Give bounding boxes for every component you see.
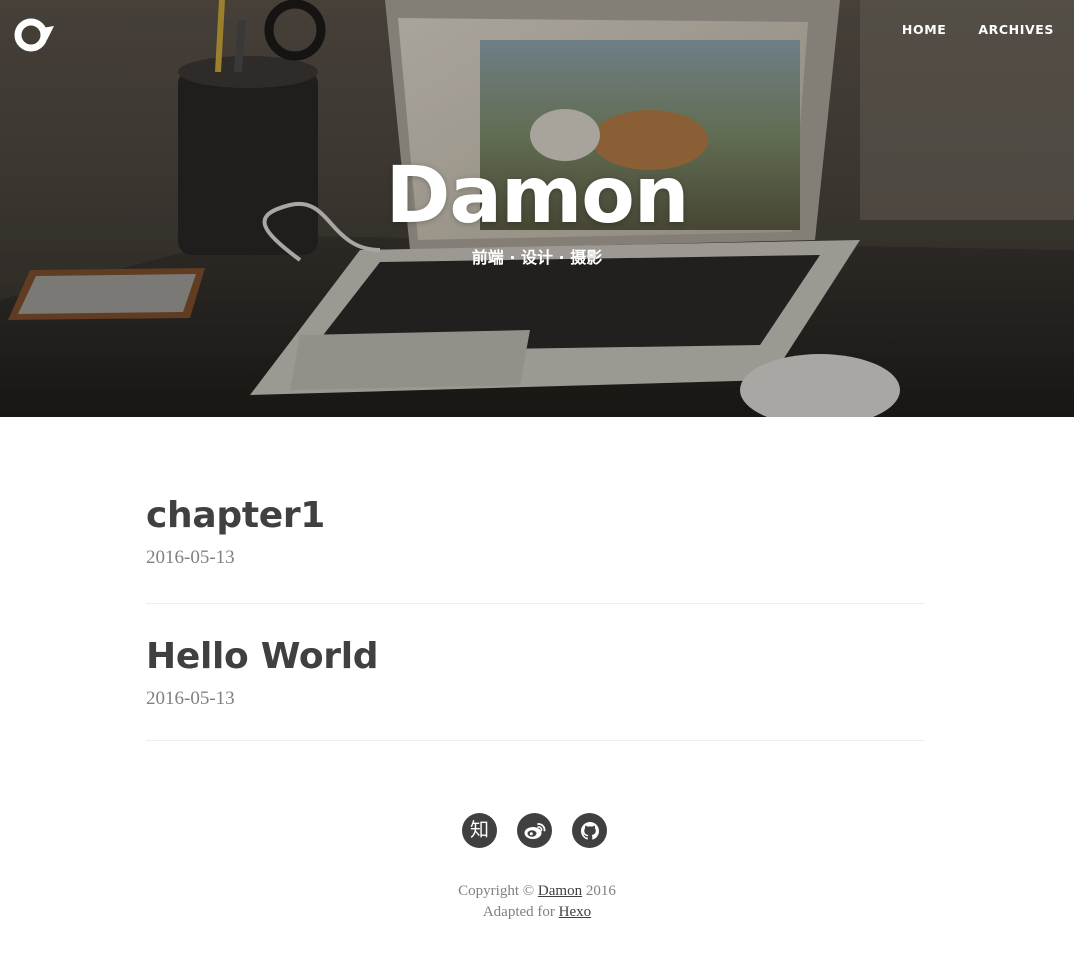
main-nav: HOME ARCHIVES: [886, 21, 1054, 39]
copyright: Copyright © Damon 2016 Adapted for Hexo: [0, 881, 1074, 923]
zhihu-icon: 知: [469, 819, 489, 841]
adapted-prefix: Adapted for: [482, 904, 559, 920]
site-logo[interactable]: [14, 18, 54, 52]
copyright-line: Copyright © Damon 2016: [0, 881, 1074, 902]
post-title-link[interactable]: chapter1: [146, 494, 925, 538]
hexo-link[interactable]: Hexo: [559, 904, 592, 920]
post-list: chapter1 2016-05-13 Hello World 2016-05-…: [146, 417, 925, 741]
github-link[interactable]: [572, 813, 607, 848]
weibo-icon: [524, 822, 545, 839]
post-title-link[interactable]: Hello World: [146, 635, 925, 679]
post-date: 2016-05-13: [146, 547, 235, 568]
github-icon: [580, 821, 599, 840]
nav-home-link[interactable]: HOME: [886, 21, 962, 39]
copyright-year: 2016: [582, 883, 616, 899]
social-links: 知: [462, 813, 607, 848]
author-link[interactable]: Damon: [538, 883, 582, 899]
post-preview[interactable]: Hello World 2016-05-13: [146, 604, 925, 741]
site-title: Damon: [385, 151, 690, 241]
copyright-prefix: Copyright ©: [458, 883, 538, 899]
weibo-link[interactable]: [517, 813, 552, 848]
zhihu-link[interactable]: 知: [462, 813, 497, 848]
nav-archives-link[interactable]: ARCHIVES: [962, 21, 1054, 39]
site-subtitle: 前端 · 设计 · 摄影: [471, 248, 603, 267]
post-preview[interactable]: chapter1 2016-05-13: [146, 417, 925, 604]
adapted-line: Adapted for Hexo: [0, 902, 1074, 923]
hero-header: HOME ARCHIVES Damon 前端 · 设计 · 摄影: [0, 0, 1074, 417]
post-date: 2016-05-13: [146, 688, 235, 709]
